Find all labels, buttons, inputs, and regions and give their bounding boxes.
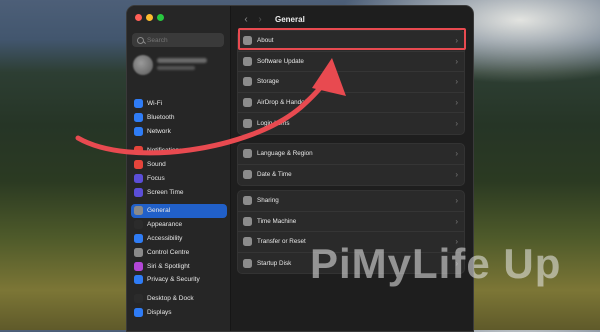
watermark-text: PiMyLife Up — [310, 240, 562, 287]
